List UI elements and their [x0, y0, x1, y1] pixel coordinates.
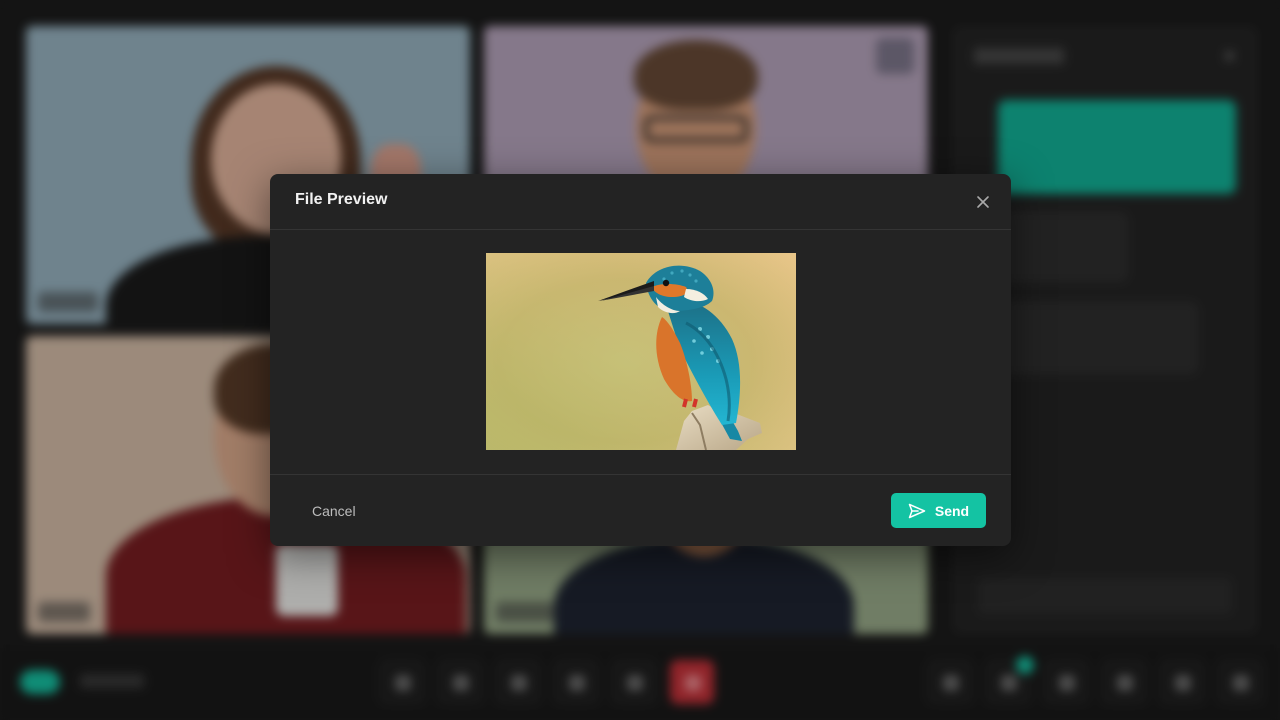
dialog-footer: Cancel Send	[270, 474, 1011, 546]
cancel-button[interactable]: Cancel	[296, 495, 376, 527]
video-call-app: × File Preview Cancel Send	[0, 0, 1280, 720]
dialog-header: File Preview	[270, 174, 1011, 230]
send-icon	[908, 503, 926, 519]
file-preview-dialog: File Preview Cancel Send	[270, 174, 1011, 546]
send-button-label: Send	[934, 502, 970, 519]
close-icon[interactable]	[971, 190, 995, 214]
preview-image	[486, 253, 796, 450]
file-preview-area	[270, 230, 1011, 474]
dialog-title: File Preview	[295, 191, 388, 208]
send-button[interactable]: Send	[891, 493, 986, 528]
